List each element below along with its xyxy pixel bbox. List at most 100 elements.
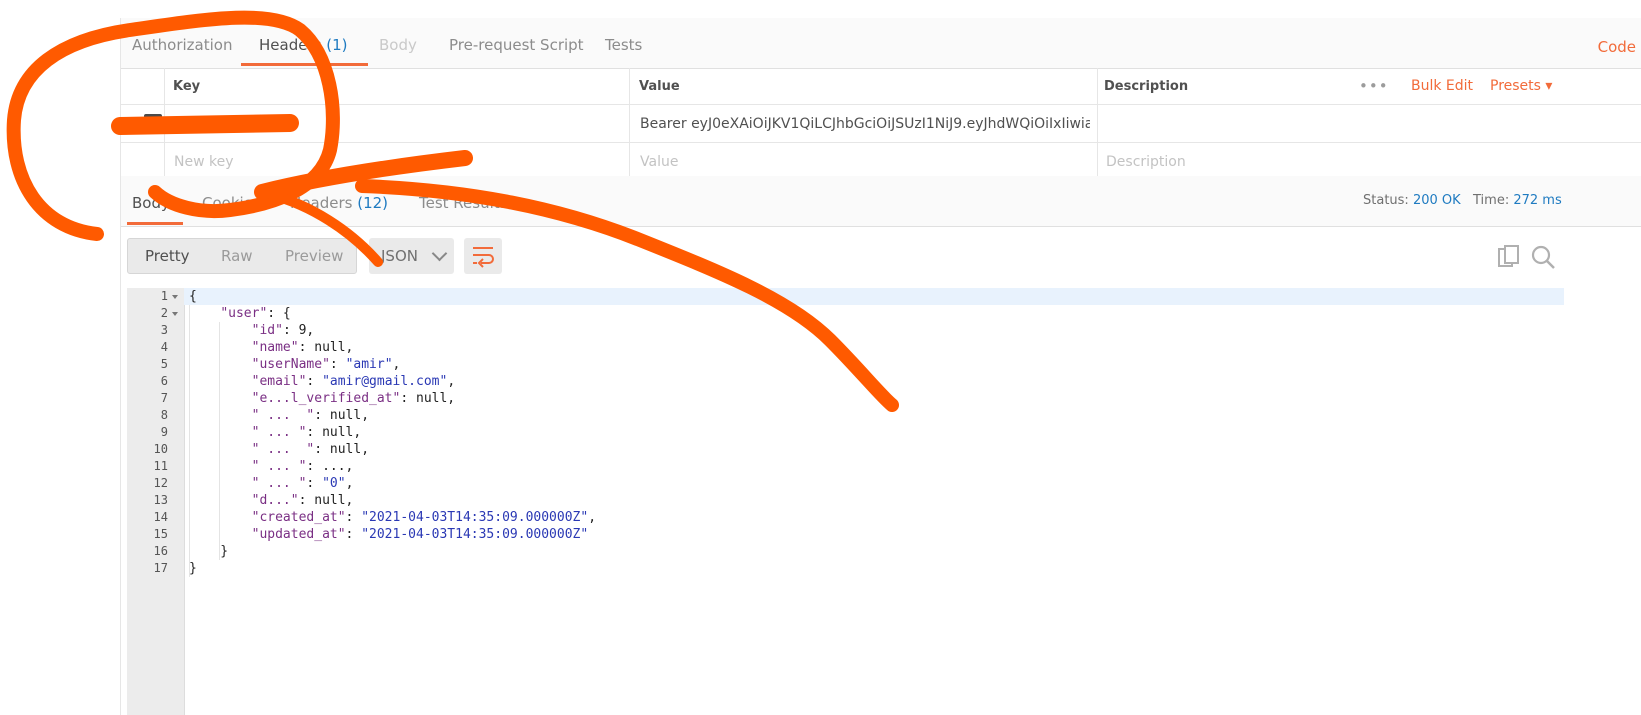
line-number: 4 <box>160 340 168 354</box>
tab-tests[interactable]: Tests <box>605 36 642 54</box>
json-token: } <box>189 561 197 576</box>
tab-pre-request-script[interactable]: Pre-request Script <box>449 36 584 54</box>
json-key: " ... " <box>251 408 315 423</box>
json-key: "name" <box>251 340 299 355</box>
line-number: 12 <box>153 476 168 490</box>
json-token: : null, <box>314 442 370 457</box>
tab-body[interactable]: Body <box>379 36 417 54</box>
json-key: " ... " <box>251 425 307 440</box>
code-line: " ... ": null, <box>189 424 362 441</box>
line-number: 15 <box>153 527 168 541</box>
tab-headers[interactable]: Headers (1) <box>259 36 347 54</box>
column-value: Value <box>639 78 680 94</box>
code-line: "id": 9, <box>189 322 315 339</box>
line-number: 2 <box>160 306 168 320</box>
new-key-input[interactable]: New key <box>174 143 234 180</box>
code-line: "name": null, <box>189 339 354 356</box>
view-pretty-button[interactable]: Pretty <box>145 239 190 273</box>
response-body-editor[interactable]: 1 2 3 4 5 6 7 8 9 10 11 12 13 14 15 16 17 { "user": { "i… <box>127 288 1564 715</box>
json-token: : <box>345 527 362 542</box>
fold-toggle-icon[interactable] <box>172 295 178 299</box>
status-value: 200 OK <box>1412 193 1461 208</box>
bulk-edit-link[interactable]: Bulk Edit <box>1411 68 1473 104</box>
json-token: : null, <box>298 340 354 355</box>
tab-authorization[interactable]: Authorization <box>132 36 232 54</box>
json-string: "amir" <box>345 357 393 372</box>
tab-response-headers[interactable]: Headers (12) <box>290 194 388 212</box>
tab-cookies[interactable]: Cookies <box>202 194 261 212</box>
search-icon[interactable] <box>1530 244 1556 270</box>
code-line: "user": { <box>189 305 290 322</box>
code-line: " ... ": "0", <box>189 475 354 492</box>
wrap-lines-button[interactable] <box>464 238 502 274</box>
line-number: 16 <box>153 544 168 558</box>
tab-headers-label: Headers <box>259 36 322 54</box>
new-value-input[interactable]: Value <box>640 143 678 180</box>
line-number: 14 <box>153 510 168 524</box>
json-token: : <box>306 374 323 389</box>
time-value: 272 ms <box>1513 193 1562 208</box>
json-token: , <box>392 357 401 372</box>
more-options-icon[interactable]: ••• <box>1359 68 1389 104</box>
fold-toggle-icon[interactable] <box>172 312 178 316</box>
request-tabs: Authorization Headers (1) Body Pre-reque… <box>121 18 1641 69</box>
json-string: "amir@gmail.com" <box>322 374 448 389</box>
code-line: "e...l_verified_at": null, <box>189 390 456 407</box>
code-line: "userName": "amir", <box>189 356 401 373</box>
view-mode-toggle: Pretty Raw Preview <box>127 238 357 274</box>
code-line: "d...": null, <box>189 492 354 509</box>
code-line: " ... ": null, <box>189 407 369 424</box>
view-preview-button[interactable]: Preview <box>285 239 343 273</box>
header-key[interactable]: Authorization <box>174 105 268 142</box>
copy-icon[interactable] <box>1496 244 1522 270</box>
json-key: " ... " <box>251 459 307 474</box>
tab-test-results[interactable]: Test Results <box>419 194 507 212</box>
line-number: 9 <box>160 425 168 439</box>
status-label: Status: <box>1363 193 1409 208</box>
json-token: : <box>306 476 323 491</box>
postman-request-panel: Authorization Headers (1) Body Pre-reque… <box>120 18 1641 715</box>
json-key: "updated_at" <box>251 527 346 542</box>
code-line: { <box>189 288 197 305</box>
code-line: "updated_at": "2021-04-03T14:35:09.00000… <box>189 526 589 543</box>
tab-response-body[interactable]: Body <box>132 194 170 212</box>
table-row: ✓ Authorization Bearer eyJ0eXAiOiJKV1QiL… <box>121 105 1641 143</box>
status-readout: Status: 200 OK <box>1363 193 1461 208</box>
json-token: : <box>345 510 362 525</box>
code-link[interactable]: Code <box>1598 38 1636 56</box>
line-number-gutter: 1 2 3 4 5 6 7 8 9 10 11 12 13 14 15 16 17 <box>127 288 185 715</box>
view-raw-button[interactable]: Raw <box>221 239 253 273</box>
new-description-input[interactable]: Description <box>1106 143 1186 180</box>
presets-dropdown[interactable]: Presets ▾ <box>1490 68 1552 104</box>
json-key: "userName" <box>251 357 330 372</box>
json-key: "created_at" <box>251 510 346 525</box>
json-key: "d..." <box>251 493 299 508</box>
time-readout: Time: 272 ms <box>1473 193 1562 208</box>
json-key: " ... " <box>251 476 307 491</box>
format-select[interactable]: JSON <box>369 238 454 274</box>
line-number: 7 <box>160 391 168 405</box>
json-token: : <box>329 357 346 372</box>
line-number: 6 <box>160 374 168 388</box>
header-value[interactable]: Bearer eyJ0eXAiOiJKV1QiLCJhbGciOiJSUzI1N… <box>640 105 1090 142</box>
format-value: JSON <box>381 247 418 265</box>
json-token: , <box>588 510 597 525</box>
json-string: "2021-04-03T14:35:09.000000Z" <box>361 510 589 525</box>
code-line: } <box>189 543 228 560</box>
json-key: "email" <box>251 374 307 389</box>
line-number: 10 <box>153 442 168 456</box>
line-number: 5 <box>160 357 168 371</box>
header-enabled-checkbox[interactable]: ✓ <box>144 114 162 132</box>
response-tabs: Body Cookies Headers (12) Test Results S… <box>121 176 1641 227</box>
tab-response-headers-label: Headers <box>290 194 353 212</box>
